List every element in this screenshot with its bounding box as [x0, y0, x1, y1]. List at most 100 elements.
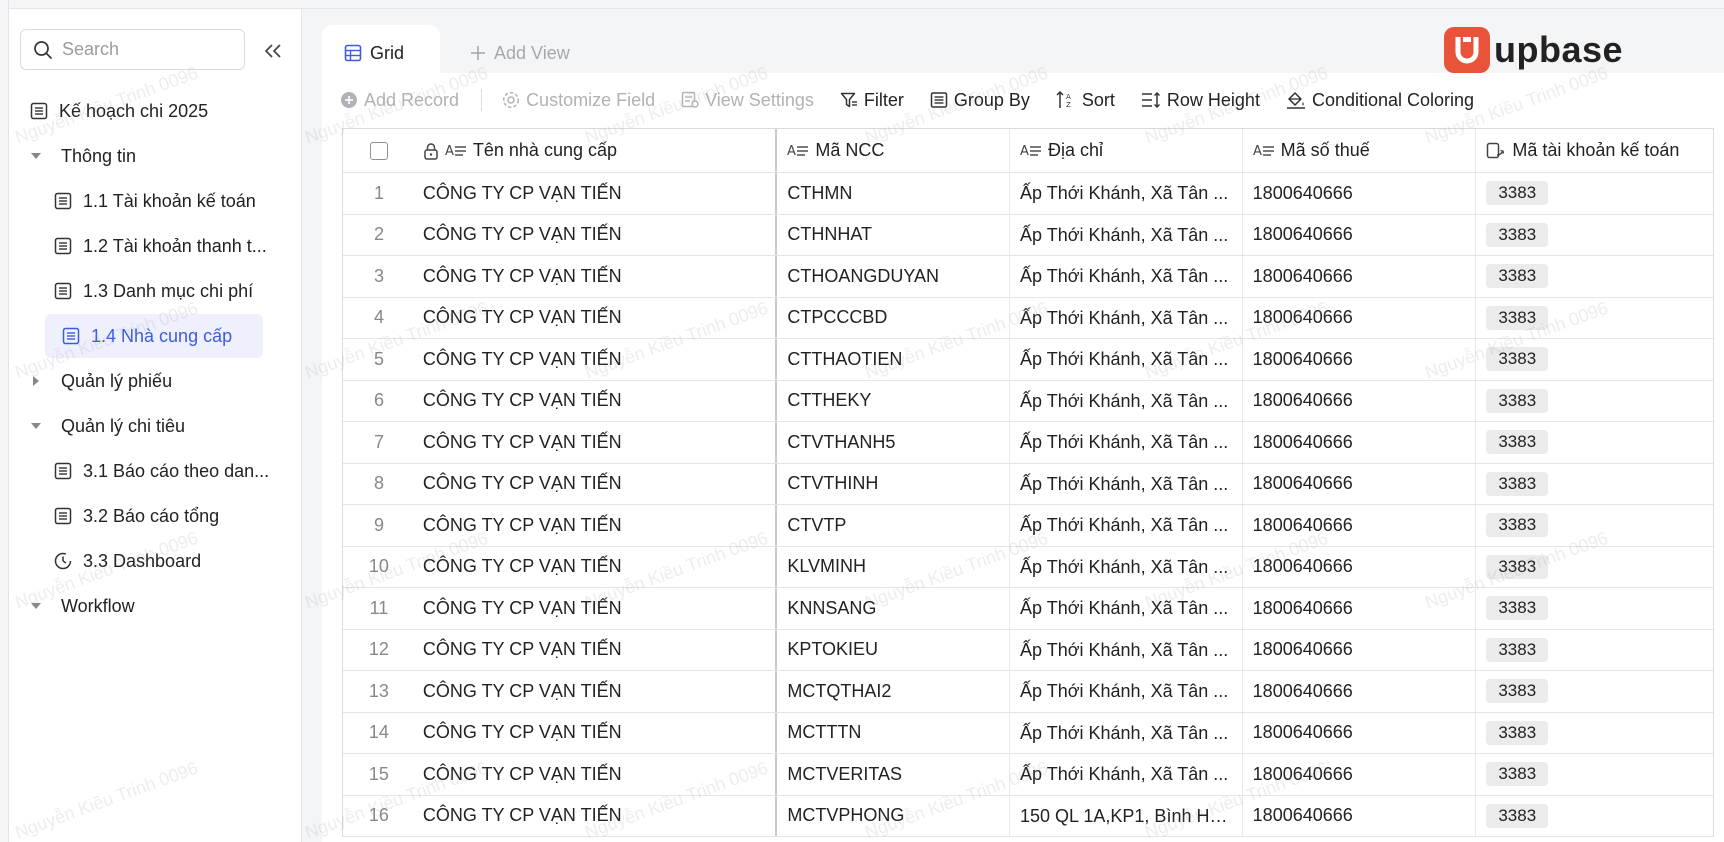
cell-address[interactable]: Ấp Thới Khánh, Xã Tân ...: [1010, 505, 1243, 546]
sidebar-item-4[interactable]: 1.2 Tài khoản thanh t...: [53, 224, 287, 268]
table-row[interactable]: 2 CÔNG TY CP VẠN TIẾN CTHNHAT Ấp Thới Kh…: [343, 214, 1713, 256]
cell-supplier-code[interactable]: CTHOANGDUYAN: [777, 256, 1011, 297]
table-row[interactable]: 4 CÔNG TY CP VẠN TIẾN CTPCCCBD Ấp Thới K…: [343, 297, 1713, 339]
cell-supplier-code[interactable]: CTVTHINH: [777, 463, 1011, 504]
cell-supplier-code[interactable]: KNNSANG: [777, 588, 1011, 629]
cell-supplier-code[interactable]: CTHNHAT: [777, 214, 1011, 255]
sidebar-item-11[interactable]: 3.3 Dashboard: [53, 539, 287, 583]
cell-account-code[interactable]: 3383: [1476, 630, 1713, 671]
column-header-supplier-name[interactable]: A Tên nhà cung cấp: [415, 129, 778, 172]
cell-supplier-code[interactable]: MCTVERITAS: [777, 754, 1011, 795]
customize-field-button[interactable]: Customize Field: [502, 90, 655, 111]
cell-supplier-name[interactable]: CÔNG TY CP VẠN TIẾN: [415, 629, 778, 670]
cell-supplier-name[interactable]: CÔNG TY CP VẠN TIẾN: [415, 671, 778, 712]
cell-supplier-code[interactable]: MCTQTHAI2: [777, 671, 1011, 712]
cell-account-code[interactable]: 3383: [1476, 339, 1713, 380]
cell-tax-code[interactable]: 1800640666: [1243, 214, 1477, 255]
cell-supplier-name[interactable]: CÔNG TY CP VẠN TIẾN: [415, 256, 778, 297]
cell-tax-code[interactable]: 1800640666: [1243, 629, 1477, 670]
collapse-sidebar-button[interactable]: [261, 39, 285, 63]
table-row[interactable]: 15 CÔNG TY CP VẠN TIẾN MCTVERITAS Ấp Thớ…: [343, 754, 1713, 796]
table-row[interactable]: 10 CÔNG TY CP VẠN TIẾN KLVMINH Ấp Thới K…: [343, 546, 1713, 588]
cell-tax-code[interactable]: 1800640666: [1243, 173, 1477, 214]
cell-address[interactable]: Ấp Thới Khánh, Xã Tân ...: [1010, 671, 1243, 712]
cell-tax-code[interactable]: 1800640666: [1243, 256, 1477, 297]
cell-account-code[interactable]: 3383: [1476, 173, 1713, 214]
cell-supplier-code[interactable]: KLVMINH: [777, 546, 1011, 587]
table-row[interactable]: 6 CÔNG TY CP VẠN TIẾN CTTHEKY Ấp Thới Kh…: [343, 380, 1713, 422]
cell-address[interactable]: Ấp Thới Khánh, Xã Tân ...: [1010, 422, 1243, 463]
cell-tax-code[interactable]: 1800640666: [1243, 671, 1477, 712]
cell-account-code[interactable]: 3383: [1476, 256, 1713, 297]
cell-account-code[interactable]: 3383: [1476, 381, 1713, 422]
cell-supplier-code[interactable]: KPTOKIEU: [777, 629, 1011, 670]
table-row[interactable]: 8 CÔNG TY CP VẠN TIẾN CTVTHINH Ấp Thới K…: [343, 463, 1713, 505]
cell-supplier-name[interactable]: CÔNG TY CP VẠN TIẾN: [415, 712, 778, 753]
sidebar-item-7[interactable]: Quản lý phiếu: [27, 359, 287, 403]
cell-account-code[interactable]: 3383: [1476, 464, 1713, 505]
sidebar-item-2[interactable]: Thông tin: [27, 134, 287, 178]
cell-supplier-name[interactable]: CÔNG TY CP VẠN TIẾN: [415, 505, 778, 546]
table-row[interactable]: 5 CÔNG TY CP VẠN TIẾN CTTHAOTIEN Ấp Thới…: [343, 339, 1713, 381]
sidebar-item-1[interactable]: Kế hoạch chi 2025: [27, 89, 287, 133]
sidebar-item-12[interactable]: Workflow: [27, 584, 287, 628]
search-input[interactable]: [62, 39, 232, 60]
cell-supplier-code[interactable]: CTPCCCBD: [777, 297, 1011, 338]
table-row[interactable]: 1 CÔNG TY CP VẠN TIẾN CTHMN Ấp Thới Khán…: [343, 173, 1713, 215]
table-row[interactable]: 7 CÔNG TY CP VẠN TIẾN CTVTHANH5 Ấp Thới …: [343, 422, 1713, 464]
sidebar-item-8[interactable]: Quản lý chi tiêu: [27, 404, 287, 448]
cell-account-code[interactable]: 3383: [1476, 215, 1713, 256]
cell-supplier-name[interactable]: CÔNG TY CP VẠN TIẾN: [415, 173, 778, 214]
cell-account-code[interactable]: 3383: [1476, 754, 1713, 795]
cell-address[interactable]: Ấp Thới Khánh, Xã Tân ...: [1010, 463, 1243, 504]
table-row[interactable]: 14 CÔNG TY CP VẠN TIẾN MCTTTN Ấp Thới Kh…: [343, 712, 1713, 754]
sidebar-item-10[interactable]: 3.2 Báo cáo tổng: [53, 494, 287, 538]
group-by-button[interactable]: Group By: [930, 90, 1030, 111]
cell-supplier-name[interactable]: CÔNG TY CP VẠN TIẾN: [415, 380, 778, 421]
table-row[interactable]: 16 CÔNG TY CP VẠN TIẾN MCTVPHONG 150 QL …: [343, 795, 1713, 837]
column-header-account-code[interactable]: Mã tài khoản kế toán: [1476, 129, 1713, 172]
cell-account-code[interactable]: 3383: [1476, 547, 1713, 588]
sidebar-item-3[interactable]: 1.1 Tài khoản kế toán: [53, 179, 287, 223]
cell-account-code[interactable]: 3383: [1476, 796, 1713, 837]
sidebar-item-9[interactable]: 3.1 Báo cáo theo dan...: [53, 449, 287, 493]
cell-supplier-name[interactable]: CÔNG TY CP VẠN TIẾN: [415, 463, 778, 504]
cell-supplier-code[interactable]: CTVTP: [777, 505, 1011, 546]
cell-supplier-name[interactable]: CÔNG TY CP VẠN TIẾN: [415, 339, 778, 380]
add-record-button[interactable]: Add Record: [340, 90, 459, 111]
cell-tax-code[interactable]: 1800640666: [1243, 463, 1477, 504]
cell-address[interactable]: Ấp Thới Khánh, Xã Tân ...: [1010, 712, 1243, 753]
cell-account-code[interactable]: 3383: [1476, 298, 1713, 339]
cell-account-code[interactable]: 3383: [1476, 505, 1713, 546]
cell-address[interactable]: Ấp Thới Khánh, Xã Tân ...: [1010, 339, 1243, 380]
table-row[interactable]: 13 CÔNG TY CP VẠN TIẾN MCTQTHAI2 Ấp Thới…: [343, 671, 1713, 713]
cell-supplier-name[interactable]: CÔNG TY CP VẠN TIẾN: [415, 297, 778, 338]
cell-tax-code[interactable]: 1800640666: [1243, 754, 1477, 795]
cell-address[interactable]: Ấp Thới Khánh, Xã Tân ...: [1010, 754, 1243, 795]
cell-address[interactable]: Ấp Thới Khánh, Xã Tân ...: [1010, 546, 1243, 587]
cell-supplier-code[interactable]: CTVTHANH5: [777, 422, 1011, 463]
cell-tax-code[interactable]: 1800640666: [1243, 297, 1477, 338]
cell-address[interactable]: Ấp Thới Khánh, Xã Tân ...: [1010, 256, 1243, 297]
cell-tax-code[interactable]: 1800640666: [1243, 422, 1477, 463]
cell-supplier-name[interactable]: CÔNG TY CP VẠN TIẾN: [415, 546, 778, 587]
cell-supplier-code[interactable]: MCTVPHONG: [777, 795, 1011, 836]
table-row[interactable]: 9 CÔNG TY CP VẠN TIẾN CTVTP Ấp Thới Khán…: [343, 505, 1713, 547]
search-box[interactable]: [20, 29, 245, 70]
cell-account-code[interactable]: 3383: [1476, 713, 1713, 754]
cell-address[interactable]: 150 QL 1A,KP1, Bình Hư...: [1010, 795, 1243, 836]
cell-address[interactable]: Ấp Thới Khánh, Xã Tân ...: [1010, 214, 1243, 255]
cell-supplier-name[interactable]: CÔNG TY CP VẠN TIẾN: [415, 588, 778, 629]
cell-address[interactable]: Ấp Thới Khánh, Xã Tân ...: [1010, 588, 1243, 629]
sidebar-item-6[interactable]: 1.4 Nhà cung cấp: [45, 314, 263, 358]
table-row[interactable]: 11 CÔNG TY CP VẠN TIẾN KNNSANG Ấp Thới K…: [343, 588, 1713, 630]
cell-address[interactable]: Ấp Thới Khánh, Xã Tân ...: [1010, 629, 1243, 670]
column-header-supplier-code[interactable]: A Mã NCC: [777, 129, 1011, 172]
conditional-coloring-button[interactable]: Conditional Coloring: [1286, 90, 1474, 111]
cell-tax-code[interactable]: 1800640666: [1243, 546, 1477, 587]
cell-tax-code[interactable]: 1800640666: [1243, 588, 1477, 629]
cell-tax-code[interactable]: 1800640666: [1243, 795, 1477, 836]
cell-supplier-name[interactable]: CÔNG TY CP VẠN TIẾN: [415, 795, 778, 836]
cell-supplier-code[interactable]: CTTHEKY: [777, 380, 1011, 421]
cell-tax-code[interactable]: 1800640666: [1243, 380, 1477, 421]
